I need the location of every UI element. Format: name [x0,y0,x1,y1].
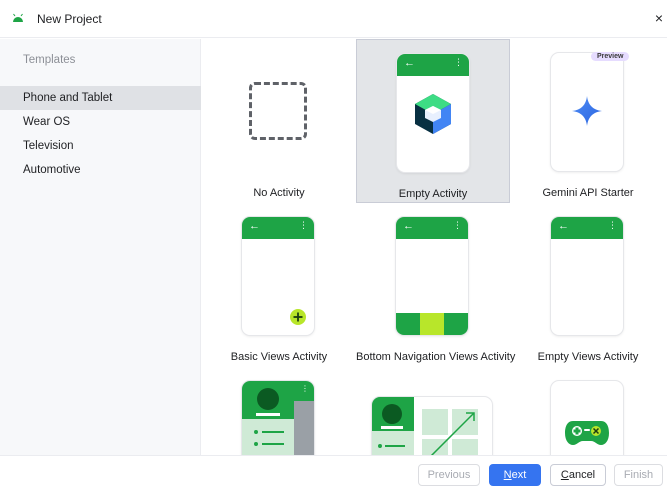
template-label: Empty Activity [398,188,468,200]
template-primary-detail-views-flow[interactable]: ⋮ [202,367,356,455]
list-line [262,431,284,433]
template-category-sidebar: Templates Phone and Tablet Wear OS Telev… [0,39,201,455]
phone-preview [551,53,623,171]
overflow-menu-icon: ⋮ [301,384,309,393]
sidebar-heading: Templates [23,54,76,66]
bottom-nav-bar [396,313,468,335]
overflow-menu-icon: ⋮ [608,220,617,230]
finish-button[interactable]: Finish [614,464,663,486]
template-gallery: No Activity ← ⋮ Empty Activity Preview G… [202,39,667,455]
next-mnemonic: N [503,469,512,481]
list-line [385,445,405,447]
window-title: New Project [37,12,102,26]
app-bar: ← ⋮ [396,217,468,239]
android-icon [13,13,23,22]
next-label-rest: ext [511,469,527,481]
sidebar-item-automotive[interactable]: Automotive [0,158,201,182]
tablet-preview [372,397,492,455]
template-responsive-views-activity[interactable] [356,367,510,455]
template-empty-activity[interactable]: ← ⋮ Empty Activity [356,39,510,203]
template-label: Bottom Navigation Views Activity [356,351,516,363]
template-empty-views-activity[interactable]: ← ⋮ Empty Views Activity [511,203,665,367]
app-bar: ← ⋮ [397,54,469,76]
cancel-button[interactable]: Cancel [550,464,606,486]
template-label: No Activity [253,187,305,199]
template-basic-views-activity[interactable]: ← ⋮ Basic Views Activity [202,203,356,367]
divider [381,426,403,429]
phone-preview: ⋮ [242,381,314,455]
detail-pane [294,401,314,455]
overflow-menu-icon: ⋮ [453,220,462,230]
compose-logo-icon [415,94,451,134]
back-arrow-icon: ← [403,220,414,232]
back-arrow-icon: ← [249,220,260,232]
back-arrow-icon: ← [558,220,569,232]
previous-button[interactable]: Previous [418,464,480,486]
close-icon[interactable]: × [651,10,667,26]
trend-arrow-icon [430,412,475,455]
dialog-button-bar: Previous Next Cancel Finish [0,455,667,488]
sidebar-item-phone-and-tablet[interactable]: Phone and Tablet [0,86,201,110]
overflow-menu-icon: ⋮ [299,220,308,230]
phone-preview: ← ⋮ [551,217,623,335]
list-bullet [254,430,258,434]
app-bar: ← ⋮ [551,217,623,239]
bottom-nav-selected-item [420,313,444,335]
game-controller-icon [565,421,609,445]
next-button[interactable]: Next [489,464,541,486]
phone-preview: ← ⋮ [242,217,314,335]
template-label: Gemini API Starter [542,187,634,199]
dashed-placeholder-icon [249,82,307,140]
template-bottom-navigation-views-activity[interactable]: ← ⋮ Bottom Navigation Views Activity [356,203,516,367]
template-label: Basic Views Activity [230,351,328,363]
sidebar-item-wear-os[interactable]: Wear OS [0,110,201,134]
avatar [257,388,279,410]
cancel-mnemonic: C [560,469,569,481]
list-bullet [378,444,382,448]
template-gemini-api-starter[interactable]: Preview Gemini API Starter [511,39,665,203]
phone-preview: ← ⋮ [397,54,469,172]
template-no-activity[interactable]: No Activity [202,39,356,203]
list-bullet [254,442,258,446]
fab-plus-icon [290,309,306,325]
title-bar: New Project × [0,0,667,38]
phone-preview: ← ⋮ [396,217,468,335]
overflow-menu-icon: ⋮ [454,57,463,67]
preview-badge: Preview [591,52,630,61]
template-label: Empty Views Activity [537,351,639,363]
app-bar: ← ⋮ [242,217,314,239]
list-line [262,443,284,445]
sidebar-item-television[interactable]: Television [0,134,201,158]
avatar [382,404,402,424]
template-game-activity[interactable] [511,367,665,455]
cancel-label-rest: ancel [568,469,596,481]
phone-preview [551,381,623,455]
back-arrow-icon: ← [404,57,415,69]
gemini-sparkle-icon [572,96,602,126]
divider [256,413,280,416]
